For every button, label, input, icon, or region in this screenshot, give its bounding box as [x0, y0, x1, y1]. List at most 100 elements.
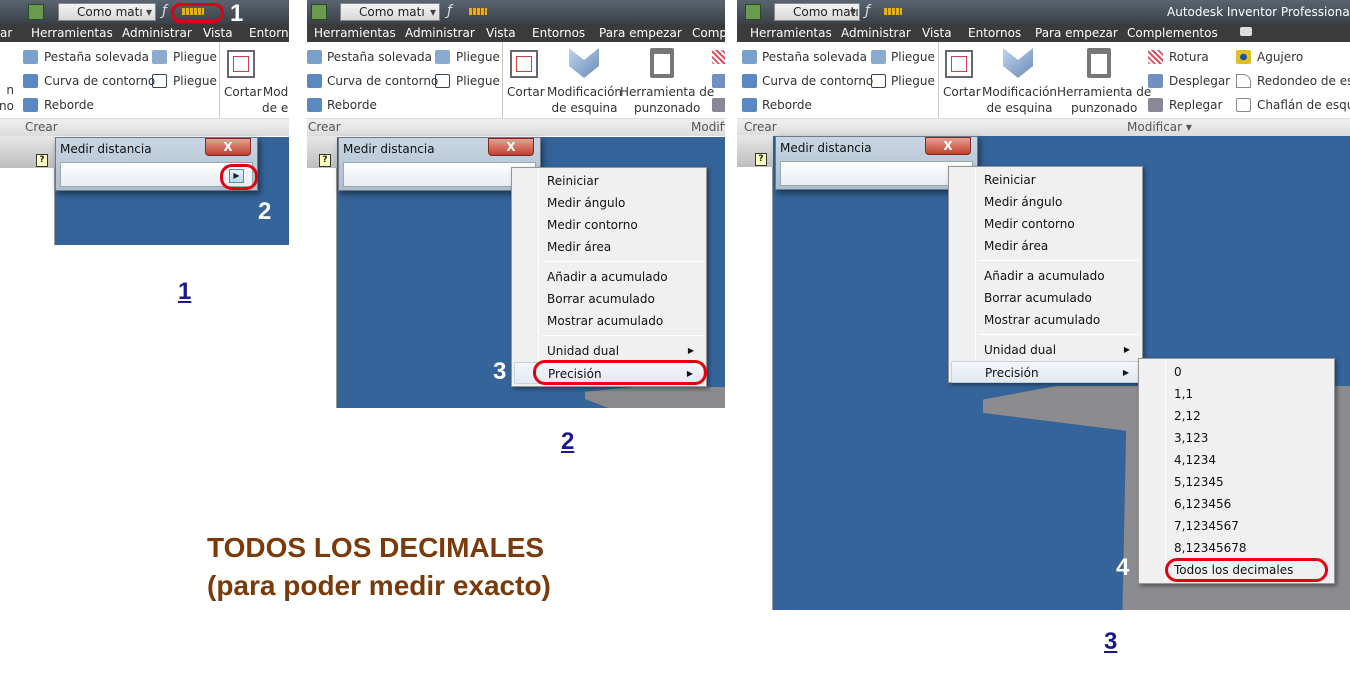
reborde-button[interactable]: Reborde	[44, 98, 94, 112]
rotura-button[interactable]: Rotura	[1169, 50, 1209, 64]
measure-icon[interactable]	[469, 8, 487, 15]
tab-entornos[interactable]: Entornos	[249, 26, 289, 40]
group-label-modificar: Modificar	[691, 120, 725, 134]
pliegue-button[interactable]: Pliegue	[891, 50, 935, 64]
close-button[interactable]: X	[925, 137, 971, 155]
precision-option-7-1234567[interactable]: 7,1234567	[1141, 515, 1332, 537]
help-icon[interactable]: ?	[755, 153, 767, 166]
pliegue-2-button[interactable]: Pliegue	[456, 74, 500, 88]
curva-contorno-button[interactable]: Curva de contorno	[327, 74, 438, 88]
function-icon[interactable]: ƒ	[447, 3, 452, 19]
precision-option-3-123[interactable]: 3,123	[1141, 427, 1332, 449]
tab-entornos[interactable]: Entornos	[968, 26, 1021, 40]
precision-option-5-12345[interactable]: 5,12345	[1141, 471, 1332, 493]
menu-item-medir-area[interactable]: Medir área	[514, 236, 704, 258]
reborde-button[interactable]: Reborde	[327, 98, 377, 112]
cut-off-ribbon-button[interactable]: n rno	[0, 82, 14, 114]
modificacion-esquina-button[interactable]: Modificación de esquina	[982, 84, 1057, 116]
precision-option-2-12[interactable]: 2,12	[1141, 405, 1332, 427]
pliegue-button[interactable]: Pliegue	[456, 50, 500, 64]
tab-para-empezar[interactable]: Para empezar	[599, 26, 682, 40]
cortar-button[interactable]: Cortar	[224, 84, 262, 100]
tab[interactable]: ar	[0, 26, 12, 40]
menu-item-precision[interactable]: Precisión ▶	[951, 361, 1140, 383]
function-icon[interactable]: ƒ	[865, 3, 870, 19]
modificacion-esquina-button[interactable]: Modificación de esquina	[547, 84, 622, 116]
menu-item-mostrar-acumulado[interactable]: Mostrar acumulado	[951, 309, 1140, 331]
menu-item-borrar-acumulado[interactable]: Borrar acumulado	[514, 288, 704, 310]
menu-item-reiniciar[interactable]: Reiniciar	[951, 169, 1140, 191]
desplegar-button[interactable]: Desplegar	[1169, 74, 1230, 88]
tab-complementos[interactable]: Complementos	[692, 26, 725, 40]
measurement-field[interactable]	[343, 162, 536, 187]
tab-para-empezar[interactable]: Para empezar	[1035, 26, 1118, 40]
cortar-button[interactable]: Cortar	[943, 84, 981, 100]
curva-contorno-button[interactable]: Curva de contorno	[762, 74, 873, 88]
select-icon[interactable]	[745, 4, 761, 20]
replegar-button[interactable]: Replegar	[1169, 98, 1222, 112]
video-icon[interactable]	[1240, 27, 1252, 36]
pestana-solevada-button[interactable]: Pestaña solevada	[762, 50, 867, 64]
tab-herramientas[interactable]: Herramientas	[314, 26, 396, 40]
tab-entornos[interactable]: Entornos	[532, 26, 585, 40]
function-icon[interactable]: ƒ	[162, 3, 167, 19]
tab-administrar[interactable]: Administrar	[841, 26, 911, 40]
chaflan-esquina-button[interactable]: Chaflán de esquin	[1257, 98, 1350, 112]
precision-option-4-1234[interactable]: 4,1234	[1141, 449, 1332, 471]
menu-item-label: Reiniciar	[547, 174, 599, 188]
menu-item-reiniciar[interactable]: Reiniciar	[514, 170, 704, 192]
group-label-modificar[interactable]: Modificar ▾	[1127, 120, 1192, 134]
menu-item-borrar-acumulado[interactable]: Borrar acumulado	[951, 287, 1140, 309]
menu-item-medir-angulo[interactable]: Medir ángulo	[951, 191, 1140, 213]
material-dropdown[interactable]: Como matı	[58, 3, 156, 21]
menu-item-label: Medir ángulo	[547, 196, 626, 210]
group-label-crear: Crear	[308, 120, 341, 134]
menu-item-medir-contorno[interactable]: Medir contorno	[514, 214, 704, 236]
help-icon[interactable]: ?	[36, 154, 48, 167]
precision-option-8-12345678[interactable]: 8,12345678	[1141, 537, 1332, 559]
help-icon[interactable]: ?	[319, 154, 331, 167]
reborde-button[interactable]: Reborde	[762, 98, 812, 112]
material-dropdown[interactable]: Como matı	[774, 3, 860, 21]
precision-option-0[interactable]: 0	[1141, 361, 1332, 383]
pliegue-2-button[interactable]: Pliegue	[173, 74, 217, 88]
menu-item-unidad-dual[interactable]: Unidad dual ▶	[514, 340, 704, 362]
precision-option-6-123456[interactable]: 6,123456	[1141, 493, 1332, 515]
pestana-solevada-button[interactable]: Pestaña solevada	[327, 50, 432, 64]
close-button[interactable]: X	[205, 138, 251, 156]
tab-vista[interactable]: Vista	[203, 26, 233, 40]
menu-item-medir-angulo[interactable]: Medir ángulo	[514, 192, 704, 214]
pestana-solevada-button[interactable]: Pestaña solevada	[44, 50, 149, 64]
menu-item-anadir-a-acumulado[interactable]: Añadir a acumulado	[951, 265, 1140, 287]
material-dropdown[interactable]: Como matı	[340, 3, 440, 21]
ribbon: n rno Pestaña solevada Curva de contorno…	[0, 42, 289, 118]
precision-option-1-1[interactable]: 1,1	[1141, 383, 1332, 405]
select-icon[interactable]	[28, 4, 44, 20]
tab-vista[interactable]: Vista	[486, 26, 516, 40]
herramienta-punzonado-button[interactable]: Herramienta de punzonado	[620, 84, 714, 116]
tab-administrar[interactable]: Administrar	[405, 26, 475, 40]
menu-item-unidad-dual[interactable]: Unidad dual ▶	[951, 339, 1140, 361]
pliegue-2-button[interactable]: Pliegue	[891, 74, 935, 88]
menu-item-anadir-a-acumulado[interactable]: Añadir a acumulado	[514, 266, 704, 288]
measurement-field[interactable]	[780, 161, 973, 186]
tab-administrar[interactable]: Administrar	[122, 26, 192, 40]
measure-icon[interactable]	[884, 8, 902, 15]
tab-vista[interactable]: Vista	[922, 26, 952, 40]
agujero-button[interactable]: Agujero	[1257, 50, 1303, 64]
tab-herramientas[interactable]: Herramientas	[750, 26, 832, 40]
tab-herramientas[interactable]: Herramientas	[31, 26, 113, 40]
modificacion-esquina-button[interactable]: Mod de e	[262, 84, 288, 116]
menu-item-medir-area[interactable]: Medir área	[951, 235, 1140, 257]
close-button[interactable]: X	[488, 138, 534, 156]
redondeo-esquina-button[interactable]: Redondeo de esq	[1257, 74, 1350, 88]
menu-item-medir-contorno[interactable]: Medir contorno	[951, 213, 1140, 235]
tab-complementos[interactable]: Complementos	[1127, 26, 1218, 40]
pliegue-button[interactable]: Pliegue	[173, 50, 217, 64]
menu-item-mostrar-acumulado[interactable]: Mostrar acumulado	[514, 310, 704, 332]
curva-contorno-button[interactable]: Curva de contorno	[44, 74, 155, 88]
cortar-button[interactable]: Cortar	[507, 84, 545, 100]
herramienta-punzonado-button[interactable]: Herramienta de punzonado	[1057, 84, 1151, 116]
select-icon[interactable]	[311, 4, 327, 20]
menu-item-label: Medir contorno	[984, 217, 1075, 231]
